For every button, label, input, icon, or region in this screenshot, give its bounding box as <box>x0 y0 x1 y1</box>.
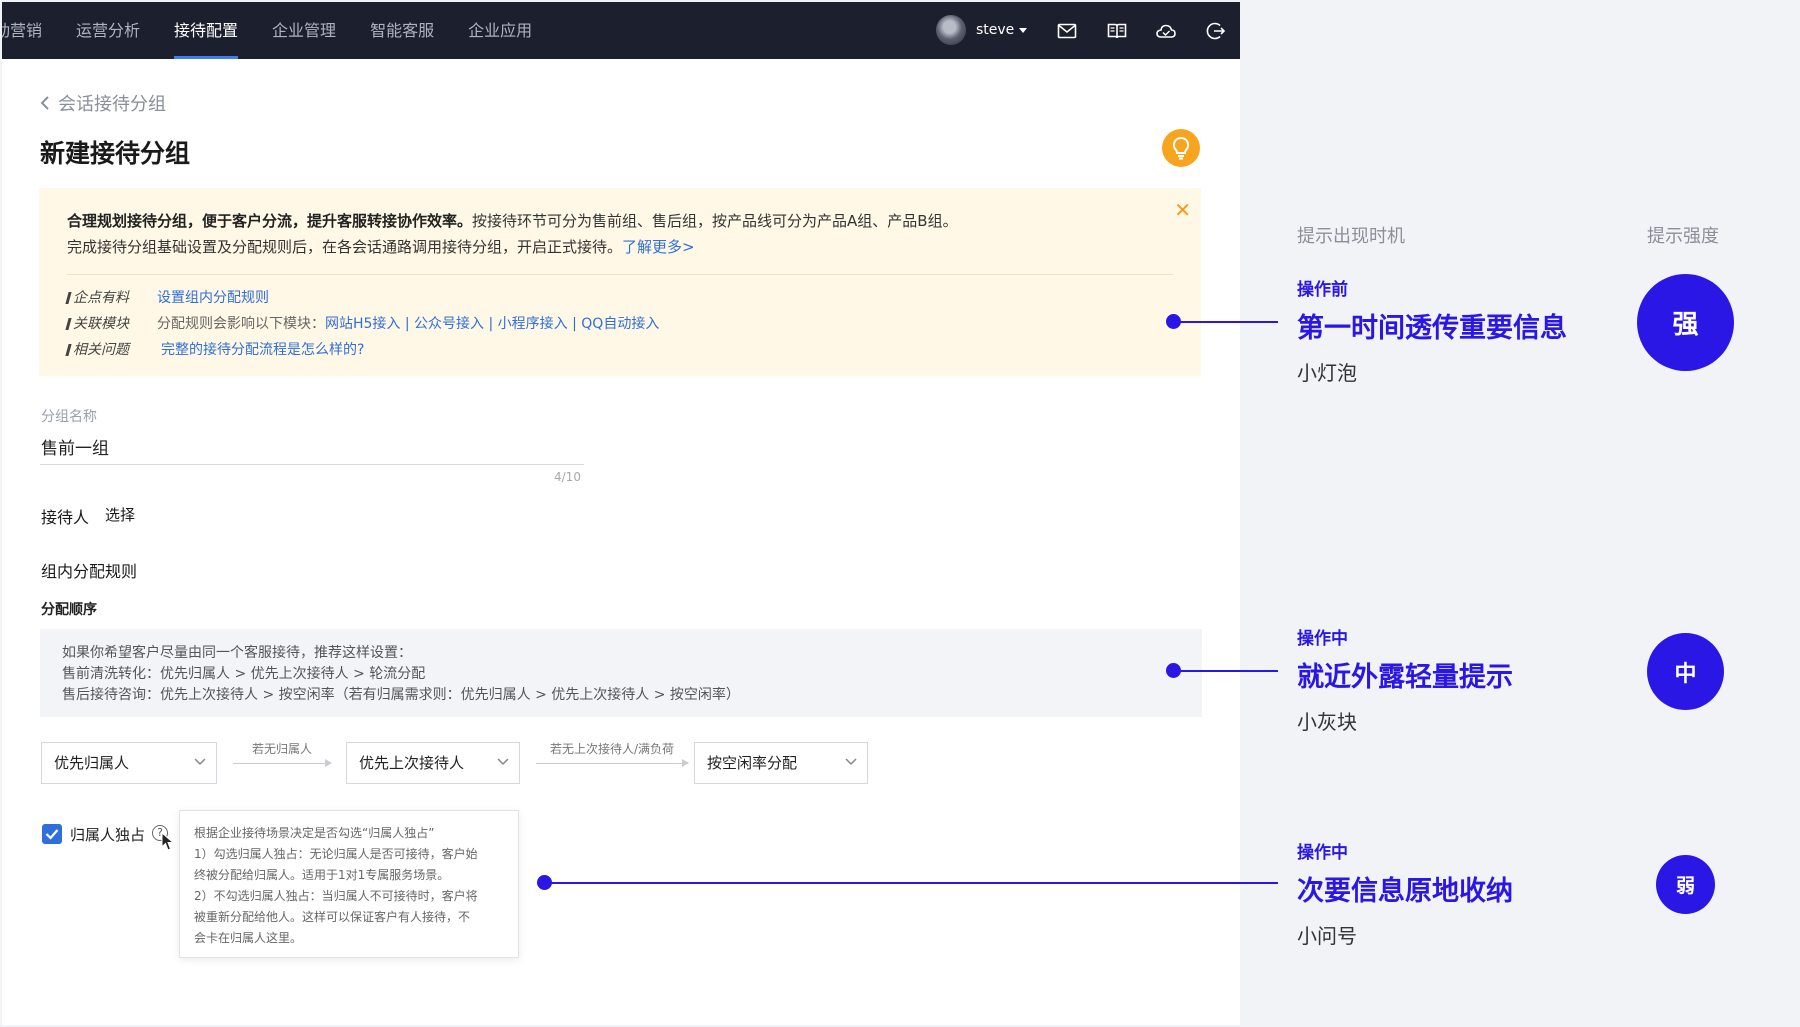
connector-line <box>1172 670 1278 672</box>
annotation-timing: 操作中 <box>1297 843 1348 863</box>
flow-arrow <box>233 759 332 767</box>
mouse-cursor-icon <box>161 832 175 851</box>
notice-row: 关联模块 分配规则会影响以下模块： 网站H5接入 | 公众号接入 | 小程序接入… <box>67 311 1173 337</box>
tip-line: 售后接待咨询：优先上次接待人 > 按空闲率（若有归属需求则：优先归属人 > 优先… <box>62 687 740 703</box>
notice-row-key: 关联模块 <box>67 311 157 337</box>
select-receiver-link[interactable]: 选择 <box>105 504 135 525</box>
notice-line-2: 完成接待分组基础设置及分配规则后，在各会话通路调用接待分组，开启正式接待。了解更… <box>67 234 1173 260</box>
chevron-down-icon <box>845 758 857 766</box>
breadcrumb-label: 会话接待分组 <box>58 94 166 115</box>
distribution-tip-box: 如果你希望客户尽量由同一个客服接待，推荐这样设置： 售前清洗转化：优先归属人 >… <box>40 629 1202 717</box>
strength-badge-medium: 中 <box>1647 633 1724 710</box>
notice-row-link[interactable]: 网站H5接入 | 公众号接入 | 小程序接入 | QQ自动接入 <box>325 311 659 337</box>
page-title: 新建接待分组 <box>40 139 191 168</box>
tooltip-line: 根据企业接待场景决定是否勾选“归属人独占” <box>194 826 435 840</box>
tooltip-line: 终被分配给归属人。适用于1对1专属服务场景。 <box>194 868 450 882</box>
group-name-char-count: 4/10 <box>554 470 581 484</box>
annotation-sub: 小问号 <box>1297 924 1357 948</box>
fallback-label-2: 若无上次接待人/满负荷 <box>549 742 675 756</box>
tip-line: 如果你希望客户尽量由同一个客服接待，推荐这样设置： <box>62 645 412 661</box>
logout-icon[interactable] <box>1205 20 1227 42</box>
distribution-order-label: 分配顺序 <box>41 602 97 618</box>
tooltip-line: 被重新分配给他人。这样可以保证客户有人接待，不 <box>194 910 471 924</box>
chevron-down-icon <box>497 758 509 766</box>
select-value: 按空闲率分配 <box>707 754 798 772</box>
notice-line-1: 合理规划接待分组，便于客户分流，提升客服转接协作效率。按接待环节可分为售前组、售… <box>67 208 1173 234</box>
connector-line <box>1172 321 1278 323</box>
annotation-headline: 次要信息原地收纳 <box>1297 876 1513 907</box>
annotation-timing: 操作中 <box>1297 629 1348 649</box>
annotation-headline: 第一时间透传重要信息 <box>1297 313 1567 344</box>
exclusive-owner-label: 归属人独占 <box>70 826 146 844</box>
info-notice: ✕ 合理规划接待分组，便于客户分流，提升客服转接协作效率。按接待环节可分为售前组… <box>39 188 1201 376</box>
username: steve <box>976 22 1015 38</box>
notice-text-2: 完成接待分组基础设置及分配规则后，在各会话通路调用接待分组，开启正式接待。 <box>67 238 623 256</box>
notice-row-desc: 分配规则会影响以下模块： <box>157 316 325 332</box>
flow-arrow <box>536 759 689 767</box>
distribution-select-1[interactable]: 优先归属人 <box>41 742 217 784</box>
breadcrumb[interactable]: 会话接待分组 <box>40 90 166 116</box>
notice-row-key: 企点有料 <box>67 285 157 311</box>
notice-row-key: 相关问题 <box>67 337 157 363</box>
notice-divider <box>67 274 1173 275</box>
annotation-headline: 就近外露轻量提示 <box>1297 662 1513 693</box>
notice-bold-text: 合理规划接待分组，便于客户分流，提升客服转接协作效率。 <box>67 212 473 230</box>
tip-line: 售前清洗转化：优先归属人 > 优先上次接待人 > 轮流分配 <box>62 666 426 682</box>
annotation-weak: 操作中 次要信息原地收纳 小问号 <box>1297 838 1513 949</box>
nav-item-analytics[interactable]: 运营分析 <box>76 2 140 59</box>
cloud-icon[interactable] <box>1155 20 1177 42</box>
chevron-down-icon <box>1019 27 1028 33</box>
nav-item-marketing[interactable]: 动营销 <box>2 2 42 59</box>
group-name-label: 分组名称 <box>41 409 97 425</box>
tooltip-line: 会卡在归属人这里。 <box>194 931 303 945</box>
annotation-sub: 小灰块 <box>1297 710 1357 734</box>
header-strength: 提示强度 <box>1647 226 1719 247</box>
annotation-medium: 操作中 就近外露轻量提示 小灰块 <box>1297 624 1513 735</box>
main-nav: 动营销 运营分析 接待配置 企业管理 智能客服 企业应用 <box>2 2 566 59</box>
close-icon[interactable]: ✕ <box>1174 198 1191 222</box>
strength-badge-strong: 强 <box>1637 274 1734 371</box>
select-value: 优先归属人 <box>54 754 130 772</box>
top-navigation-bar: 动营销 运营分析 接待配置 企业管理 智能客服 企业应用 steve <box>2 2 1240 59</box>
select-value: 优先上次接待人 <box>359 754 465 772</box>
notice-row: 企点有料 设置组内分配规则 <box>67 285 1173 311</box>
user-menu[interactable]: steve <box>936 15 1028 45</box>
group-name-underline <box>40 464 584 465</box>
notice-text-1: 按接待环节可分为售前组、售后组，按产品线可分为产品A组、产品B组。 <box>472 212 958 230</box>
notice-row: 相关问题 完整的接待分配流程是怎么样的? <box>67 337 1173 363</box>
mail-icon[interactable] <box>1056 20 1078 42</box>
annotation-timing: 操作前 <box>1297 280 1348 300</box>
nav-item-enterprise-mgmt[interactable]: 企业管理 <box>272 2 336 59</box>
annotation-strong: 操作前 第一时间透传重要信息 小灯泡 <box>1297 275 1567 386</box>
strength-badge-weak: 弱 <box>1656 855 1715 914</box>
nav-item-reception-config[interactable]: 接待配置 <box>174 2 239 59</box>
learn-more-link[interactable]: 了解更多> <box>622 238 695 256</box>
exclusive-owner-tooltip: 根据企业接待场景决定是否勾选“归属人独占” 1）勾选归属人独占：无论归属人是否可… <box>179 810 519 958</box>
chevron-down-icon <box>194 758 206 766</box>
notice-row-link[interactable]: 设置组内分配规则 <box>157 285 269 311</box>
rules-section-title: 组内分配规则 <box>41 562 138 581</box>
nav-item-enterprise-apps[interactable]: 企业应用 <box>468 2 532 59</box>
distribution-select-2[interactable]: 优先上次接待人 <box>346 742 520 784</box>
receiver-label: 接待人 <box>41 508 90 527</box>
book-icon[interactable] <box>1106 20 1128 42</box>
app-window: 动营销 运营分析 接待配置 企业管理 智能客服 企业应用 steve 会话接待分… <box>2 2 1240 1025</box>
lightbulb-icon <box>1172 136 1190 160</box>
exclusive-owner-checkbox[interactable] <box>42 824 62 844</box>
group-name-input[interactable]: 售前一组 <box>41 434 109 459</box>
tooltip-line: 1）勾选归属人独占：无论归属人是否可接待，客户始 <box>194 847 478 861</box>
notice-row-link[interactable]: 完整的接待分配流程是怎么样的? <box>161 337 364 363</box>
checkmark-icon <box>45 829 59 840</box>
connector-line <box>544 882 1278 884</box>
distribution-select-3[interactable]: 按空闲率分配 <box>694 742 868 784</box>
fallback-label-1: 若无归属人 <box>251 742 312 756</box>
tooltip-line: 2）不勾选归属人独占：当归属人不可接待时，客户将 <box>194 889 478 903</box>
chevron-left-icon <box>40 96 49 110</box>
header-timing: 提示出现时机 <box>1297 226 1405 247</box>
annotation-sub: 小灯泡 <box>1297 361 1357 385</box>
lightbulb-hint-button[interactable] <box>1162 129 1200 167</box>
nav-item-smart-service[interactable]: 智能客服 <box>370 2 434 59</box>
avatar <box>936 15 966 45</box>
